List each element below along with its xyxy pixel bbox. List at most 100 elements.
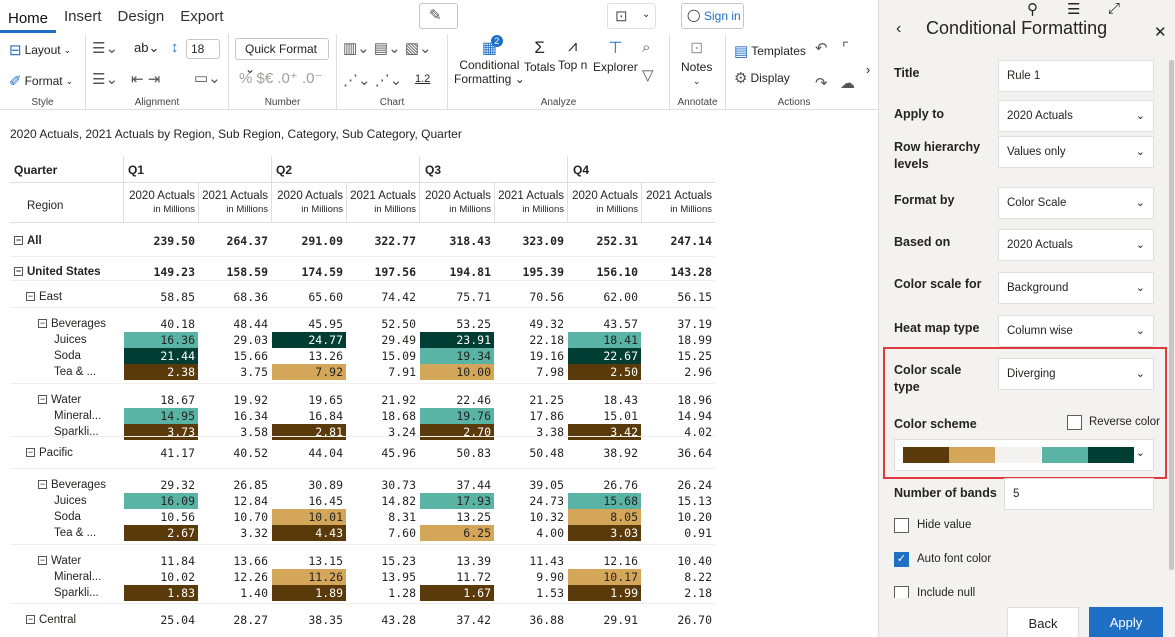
templates-button[interactable]: ▤ Templates [734,42,806,60]
value-cell[interactable]: 11.84 [123,553,198,569]
bar-chart-icon[interactable]: ▥⌄ ▤⌄ ▧⌄ [343,39,432,57]
value-cell[interactable]: 318.43 [419,233,494,249]
value-cell[interactable]: 7.98 [494,364,567,380]
align-icon[interactable]: ☰⌄ [92,39,118,57]
totals-button[interactable]: Σ Totals [524,38,555,74]
value-cell[interactable]: 39.05 [494,477,567,493]
quick-format-dropdown[interactable]: Quick Format ⌄ [235,38,329,76]
apply-button[interactable]: Apply [1089,607,1163,637]
table-row[interactable]: − Water 18.67 19.92 19.65 21.92 22.46 21.25 18.4… [10,392,715,408]
hide-value-checkbox[interactable] [894,518,909,533]
text-wrap-icon[interactable]: ab⌄ [134,40,159,56]
value-cell[interactable]: 21.92 [346,392,419,408]
value-cell[interactable]: 37.44 [419,477,494,493]
table-row[interactable]: Juices 16.36 29.03 24.77 29.49 23.91 22.18 18.4… [10,332,715,348]
value-cell[interactable]: 11.26 [272,569,346,585]
value-cell[interactable]: 195.39 [494,264,567,280]
value-cell[interactable]: 252.31 [567,233,641,249]
value-cell[interactable]: 18.41 [568,332,641,348]
value-cell[interactable]: 4.43 [272,525,346,541]
value-cell[interactable]: 50.48 [494,445,567,461]
search-icon[interactable]: ⌕ [642,39,650,56]
collapse-icon[interactable]: − [38,395,47,405]
value-cell[interactable]: 13.39 [419,553,494,569]
table-row[interactable]: Sparkli... 3.73 3.58 2.81 3.24 2.70 3.38 3.42 4.… [10,424,715,440]
field-select[interactable]: Background ⌄ [998,272,1154,304]
value-cell[interactable]: 26.24 [641,477,715,493]
value-cell[interactable]: 7.91 [346,364,419,380]
value-cell[interactable]: 44.04 [271,445,346,461]
value-cell[interactable]: 1.89 [272,585,346,601]
chart-number-button[interactable]: 1.2 [415,73,430,85]
conditional-formatting-button[interactable]: ▦ 2 Conditional Formatting ⌄ [454,35,525,86]
value-cell[interactable]: 9.90 [494,569,567,585]
value-cell[interactable]: 4.02 [641,424,715,440]
collapse-icon[interactable]: − [14,236,23,246]
value-cell[interactable]: 10.02 [123,569,198,585]
value-cell[interactable]: 65.60 [271,289,346,305]
value-cell[interactable]: 2.50 [568,364,641,380]
value-cell[interactable]: 194.81 [419,264,494,280]
value-cell[interactable]: 15.09 [346,348,419,364]
value-cell[interactable]: 3.75 [198,364,271,380]
value-cell[interactable]: 41.17 [123,445,198,461]
collapse-icon[interactable]: − [38,319,47,329]
value-cell[interactable]: 7.92 [272,364,346,380]
title-input[interactable]: Rule 1 [998,60,1154,92]
value-cell[interactable]: 29.32 [123,477,198,493]
value-cell[interactable]: 19.34 [420,348,494,364]
table-row[interactable]: Tea & ... 2.38 3.75 7.92 7.91 10.00 7.98 2.50 2.… [10,364,715,380]
pane-scrollbar[interactable] [1169,60,1174,570]
value-cell[interactable]: 12.16 [567,553,641,569]
value-cell[interactable]: 264.37 [198,233,271,249]
value-cell[interactable]: 10.56 [123,509,198,525]
value-cell[interactable]: 10.40 [641,553,715,569]
value-cell[interactable]: 7.60 [346,525,419,541]
table-row[interactable]: − United States 149.23 158.59 174.59 197.56 19… [10,264,715,280]
table-row[interactable]: − East 58.85 68.36 65.60 74.42 75.71 70.56 62.00… [10,289,715,305]
close-icon[interactable]: ✕ [1154,23,1167,41]
value-cell[interactable]: 23.91 [420,332,494,348]
comment-button[interactable]: ⊡ ⌄ [607,3,656,29]
tab-home[interactable]: Home [0,2,57,33]
value-cell[interactable]: 239.50 [123,233,198,249]
table-row[interactable]: Sparkli... 1.83 1.40 1.89 1.28 1.67 1.53 1.99 2.… [10,585,715,601]
value-cell[interactable]: 29.91 [567,612,641,628]
value-cell[interactable]: 19.65 [271,392,346,408]
topn-button[interactable]: ⩘ Top n [558,38,587,72]
value-cell[interactable]: 75.71 [419,289,494,305]
value-cell[interactable]: 52.50 [346,316,419,332]
value-cell[interactable]: 2.96 [641,364,715,380]
value-cell[interactable]: 21.44 [124,348,198,364]
table-row[interactable]: − Beverages 29.32 26.85 30.89 30.73 37.44 39.05… [10,477,715,493]
field-select[interactable]: Values only ⌄ [998,136,1154,168]
value-cell[interactable]: 18.96 [641,392,715,408]
value-cell[interactable]: 12.84 [198,493,271,509]
value-cell[interactable]: 3.24 [346,424,419,440]
value-cell[interactable]: 12.26 [198,569,271,585]
value-cell[interactable]: 13.26 [271,348,346,364]
line-chart-icon[interactable]: ⋰⌄ ⋰⌄ [343,71,402,89]
value-cell[interactable]: 25.04 [123,612,198,628]
value-cell[interactable]: 37.19 [641,316,715,332]
value-cell[interactable]: 247.14 [641,233,715,249]
value-cell[interactable]: 17.93 [420,493,494,509]
value-cell[interactable]: 49.32 [494,316,567,332]
value-cell[interactable]: 291.09 [271,233,346,249]
back-arrow-icon[interactable]: ‹ [896,20,901,38]
value-cell[interactable]: 158.59 [198,264,271,280]
table-row[interactable]: − Water 11.84 13.66 13.15 15.23 13.39 11.43 12.1… [10,553,715,569]
edit-mode-button[interactable]: ✎ [419,3,458,29]
display-button[interactable]: ⚙ Display [734,69,790,87]
value-cell[interactable]: 1.40 [198,585,271,601]
ribbon-scroll-right-icon[interactable]: › [866,62,870,77]
value-cell[interactable]: 22.18 [494,332,567,348]
value-cell[interactable]: 322.77 [346,233,419,249]
field-select[interactable]: Color Scale ⌄ [998,187,1154,219]
value-cell[interactable]: 323.09 [494,233,567,249]
value-cell[interactable]: 16.36 [124,332,198,348]
reverse-color-checkbox[interactable] [1067,415,1082,430]
value-cell[interactable]: 74.42 [346,289,419,305]
value-cell[interactable]: 1.83 [124,585,198,601]
collapse-icon[interactable]: − [38,480,47,490]
